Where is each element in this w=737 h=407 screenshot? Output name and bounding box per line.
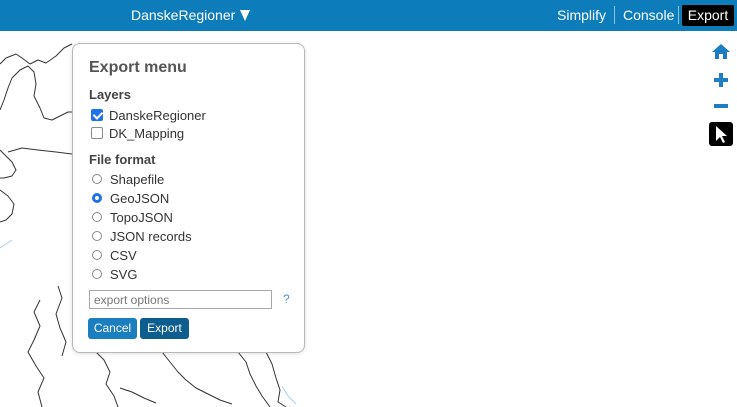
format-radio-svg[interactable]: SVG <box>91 266 137 282</box>
format-radio-topojson[interactable]: TopoJSON <box>91 209 173 225</box>
dialog-title: Export menu <box>89 59 187 76</box>
radio-selected-icon[interactable] <box>92 193 102 203</box>
checkbox-unchecked-icon[interactable] <box>91 127 103 139</box>
map-coastline <box>161 351 233 405</box>
map-region-border <box>27 299 45 407</box>
map-coastline <box>0 65 72 121</box>
help-link[interactable]: ? <box>283 292 290 306</box>
map-coastline <box>119 387 157 404</box>
format-label: TopoJSON <box>110 209 173 225</box>
triangle-down-icon <box>240 9 251 21</box>
format-label: CSV <box>110 247 137 263</box>
format-radio-shapefile[interactable]: Shapefile <box>91 171 164 187</box>
format-radio-json-records[interactable]: JSON records <box>91 228 192 244</box>
format-label: GeoJSON <box>110 190 170 206</box>
layer-selector-label: DanskeRegioner <box>131 7 236 23</box>
radio-icon[interactable] <box>92 212 102 222</box>
layer-checkbox-dk-mapping[interactable]: DK_Mapping <box>91 125 184 141</box>
map-coastline <box>237 351 271 407</box>
map-water-line <box>0 239 13 249</box>
format-label: JSON records <box>110 228 192 244</box>
layer-checkbox-danskeregioner[interactable]: DanskeRegioner <box>91 107 206 123</box>
map-water-line <box>281 385 297 405</box>
export-options-input[interactable] <box>89 290 272 309</box>
layer-selector[interactable]: DanskeRegioner <box>131 7 251 23</box>
export-menu-button[interactable]: Export <box>682 5 734 26</box>
radio-icon[interactable] <box>92 250 102 260</box>
format-radio-csv[interactable]: CSV <box>91 247 137 263</box>
layers-heading: Layers <box>89 87 131 102</box>
format-label: Shapefile <box>110 171 165 187</box>
top-bar: DanskeRegioner Simplify Console Export <box>0 0 737 31</box>
cancel-button[interactable]: Cancel <box>88 318 137 339</box>
checkbox-checked-icon[interactable] <box>91 109 103 121</box>
layer-label: DK_Mapping <box>109 125 185 141</box>
map-coastline <box>0 43 73 65</box>
export-button[interactable]: Export <box>140 318 189 339</box>
radio-icon[interactable] <box>92 174 102 184</box>
format-label: SVG <box>110 266 138 282</box>
radio-icon[interactable] <box>92 231 102 241</box>
map-coastline <box>55 285 67 357</box>
map-region-border <box>7 147 73 155</box>
map-coastline <box>265 351 287 407</box>
file-format-heading: File format <box>89 152 156 167</box>
map-coastline <box>0 189 15 223</box>
map-coastline <box>0 149 17 179</box>
format-radio-geojson[interactable]: GeoJSON <box>91 190 169 206</box>
simplify-button[interactable]: Simplify <box>557 7 606 23</box>
home-icon[interactable] <box>709 40 733 64</box>
layer-label: DanskeRegioner <box>109 107 206 123</box>
zoom-out-icon[interactable] <box>709 94 733 118</box>
console-button[interactable]: Console <box>623 7 674 23</box>
export-dialog: Export menu Layers DanskeRegioner DK_Map… <box>72 43 305 353</box>
map-coastline <box>95 351 119 407</box>
zoom-in-icon[interactable] <box>709 68 733 92</box>
pointer-icon[interactable] <box>709 122 733 146</box>
menu-divider <box>678 6 679 24</box>
radio-icon[interactable] <box>92 269 102 279</box>
menu-divider <box>614 6 615 24</box>
